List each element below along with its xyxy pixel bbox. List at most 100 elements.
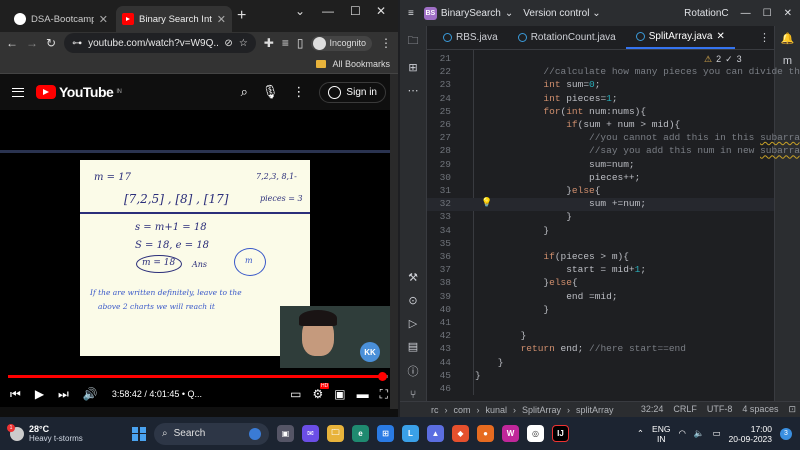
close-window-button[interactable]: ✕ — [376, 4, 386, 18]
minimize-button[interactable]: — — [741, 8, 751, 19]
code-line[interactable]: if(sum + num > mid){ — [475, 119, 680, 130]
breadcrumb-item[interactable]: SplitArray — [522, 405, 561, 415]
reading-list-icon[interactable]: ≡ — [282, 36, 289, 50]
speaker-icon[interactable]: 🔈 — [694, 428, 705, 439]
code-line[interactable]: pieces++; — [475, 172, 640, 183]
problems-icon[interactable]: ⓘ — [408, 363, 419, 379]
minimize-button[interactable]: — — [322, 4, 334, 18]
code-line[interactable]: sum=num; — [475, 159, 635, 170]
volume-icon[interactable]: 🔊 — [83, 387, 98, 401]
code-line[interactable]: return end; //here start==end — [475, 343, 686, 354]
menu-kebab-icon[interactable]: ⋮ — [380, 36, 392, 50]
firefox-icon[interactable]: ● — [477, 425, 494, 442]
reload-icon[interactable]: ↻ — [46, 36, 56, 50]
code-line[interactable]: //you cannot add this in this subarray, — [475, 132, 800, 143]
dropdown-icon[interactable]: ⌄ — [295, 4, 305, 18]
battery-icon[interactable]: ▭ — [712, 428, 720, 439]
close-tab-icon[interactable]: ✕ — [716, 31, 724, 42]
video-progress-bar[interactable] — [8, 372, 388, 381]
site-info-icon[interactable]: ⊶ — [72, 38, 82, 49]
code-line[interactable]: for(int num:nums){ — [475, 106, 646, 117]
breadcrumb-item[interactable]: kunal — [486, 405, 508, 415]
more-options-icon[interactable]: ⋮ — [292, 84, 305, 100]
incognito-badge[interactable]: Incognito — [311, 35, 372, 51]
project-selector[interactable]: BS BinarySearch ⌄ — [423, 6, 513, 20]
taskbar-search[interactable]: ⌕ Search — [154, 422, 269, 445]
browser-tab-github[interactable]: DSA-Bootcamp-Java/ ✕ — [8, 6, 114, 32]
back-icon[interactable]: ← — [6, 36, 18, 50]
maximize-button[interactable]: ☐ — [350, 4, 361, 18]
forward-icon[interactable]: → — [26, 36, 38, 50]
weather-widget[interactable]: 1 28°C Heavy t-storms — [0, 423, 120, 444]
chevron-up-icon[interactable]: ⌃ — [637, 428, 644, 439]
wifi-icon[interactable]: ◠ — [678, 428, 685, 439]
all-bookmarks-link[interactable]: All Bookmarks — [332, 59, 390, 69]
code-line[interactable]: } — [475, 211, 572, 222]
breadcrumb-item[interactable]: splitArray — [576, 405, 614, 415]
breadcrumb-item[interactable]: com — [454, 405, 471, 415]
notifications-icon[interactable]: 🔔 — [781, 32, 795, 45]
address-bar[interactable]: ⊶ youtube.com/watch?v=W9Q... ⊘ ☆ — [64, 33, 256, 53]
side-panel-icon[interactable]: ▯ — [297, 36, 304, 50]
code-line[interactable]: }else{ — [475, 277, 577, 288]
file-encoding[interactable]: UTF-8 — [707, 404, 733, 415]
miniplayer-icon[interactable]: ▣ — [334, 387, 345, 401]
run-icon[interactable]: ▷ — [409, 317, 417, 330]
browser-tab-youtube[interactable]: Binary Search Intervie ✕ — [116, 6, 232, 32]
code-line[interactable]: }else{ — [475, 185, 600, 196]
main-menu-icon[interactable]: ≡ — [408, 8, 414, 19]
theater-mode-icon[interactable]: ▬ — [357, 387, 369, 401]
code-line[interactable]: end =mid; — [475, 291, 617, 302]
code-line[interactable]: if(pieces > m){ — [475, 251, 629, 262]
maximize-button[interactable]: ☐ — [763, 8, 772, 19]
settings-gear-icon[interactable]: ⚙ — [312, 383, 329, 401]
chrome-icon[interactable]: ◎ — [527, 425, 544, 442]
clock[interactable]: 17:00 20-09-2023 — [729, 424, 772, 444]
project-folder-icon[interactable]: 🗀 — [408, 32, 419, 51]
tracking-off-icon[interactable]: ⊘ — [224, 38, 232, 49]
windows-start-icon[interactable] — [132, 426, 146, 441]
app-l-icon[interactable]: L — [402, 425, 419, 442]
onenote-icon[interactable]: W — [502, 425, 519, 442]
lock-icon[interactable]: ⊡ — [788, 404, 796, 415]
breadcrumb-item[interactable]: rc — [431, 405, 439, 415]
task-view-icon[interactable]: ▣ — [277, 425, 294, 442]
tab-menu-icon[interactable]: ⋮ — [755, 26, 774, 49]
brave-icon[interactable]: ◆ — [452, 425, 469, 442]
play-icon[interactable]: ▶ — [35, 387, 44, 401]
app-triangle-icon[interactable]: ▲ — [427, 425, 444, 442]
teams-icon[interactable]: ✉ — [302, 425, 319, 442]
code-line[interactable]: start = mid+1; — [475, 264, 646, 275]
cursor-position[interactable]: 32:24 — [641, 404, 664, 415]
git-icon[interactable]: ⑂ — [410, 389, 417, 401]
search-icon[interactable]: ⌕ — [241, 84, 248, 100]
code-line[interactable]: sum +=num; — [475, 198, 646, 209]
next-icon[interactable]: ⏭ — [58, 387, 69, 402]
tab-splitarray[interactable]: SplitArray.java ✕ — [625, 26, 735, 49]
notification-badge[interactable]: 3 — [780, 427, 792, 440]
indent-setting[interactable]: 4 spaces — [742, 404, 778, 415]
tab-rbs[interactable]: RBS.java — [433, 26, 508, 49]
video-player[interactable]: m = 17 7,2,3, 8,1- [7,2,5] , [8] , [17] … — [0, 110, 390, 407]
code-line[interactable]: } — [475, 370, 481, 381]
vcs-selector[interactable]: Version control ⌄ — [523, 8, 600, 19]
sign-in-button[interactable]: Sign in — [319, 81, 386, 103]
tab-rotationcount[interactable]: RotationCount.java — [508, 26, 626, 49]
code-line[interactable]: //say you add this num in new subarray, — [475, 145, 800, 156]
page-scrollbar[interactable] — [390, 74, 398, 409]
structure-icon[interactable]: ⊞ — [408, 61, 417, 74]
edge-icon[interactable]: e — [352, 425, 369, 442]
code-line[interactable]: } — [475, 225, 549, 236]
code-editor[interactable]: 21 22 //calculate how many pieces you can… — [427, 50, 800, 395]
code-line[interactable]: int sum=0; — [475, 79, 600, 90]
youtube-logo[interactable]: YouTube IN — [36, 84, 122, 100]
code-line[interactable]: } — [475, 304, 549, 315]
run-config-selector[interactable]: RotationC — [684, 8, 728, 19]
code-line[interactable]: int pieces=1; — [475, 93, 617, 104]
bookmark-star-icon[interactable]: ☆ — [239, 38, 248, 49]
extensions-icon[interactable]: ✚ — [264, 36, 274, 50]
previous-icon[interactable]: ⏮ — [10, 387, 21, 402]
close-window-button[interactable]: ✕ — [784, 8, 792, 19]
store-icon[interactable]: ⊞ — [377, 425, 394, 442]
fullscreen-icon[interactable]: ⛶ — [380, 387, 388, 402]
